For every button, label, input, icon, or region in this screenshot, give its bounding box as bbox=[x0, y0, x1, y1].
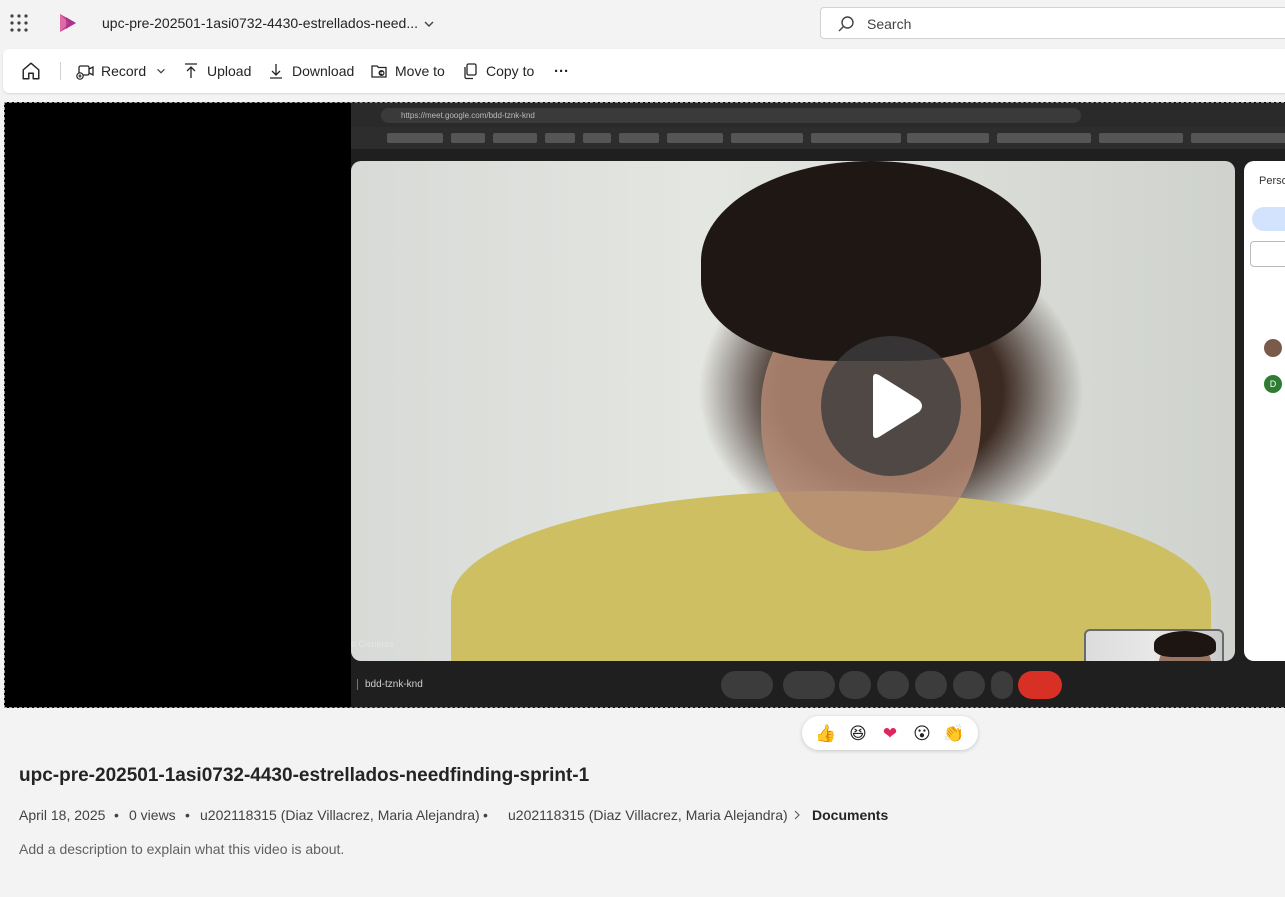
move-to-label: Move to bbox=[395, 63, 445, 79]
laugh-reaction[interactable]: 😆 bbox=[847, 723, 869, 745]
separator-dot: • bbox=[483, 807, 488, 823]
upload-date: April 18, 2025 bbox=[19, 807, 106, 823]
add-people-button bbox=[1252, 207, 1285, 231]
recorded-bookmarks-bar bbox=[351, 127, 1285, 149]
bookmark bbox=[1099, 133, 1183, 143]
meeting-controls-bar: bdd-tznk-knd bbox=[351, 661, 1285, 707]
present-control bbox=[915, 671, 947, 699]
recorded-browser-tabbar: https://meet.google.com/bdd-tznk-knd bbox=[351, 103, 1285, 127]
bookmark bbox=[583, 133, 611, 143]
download-label: Download bbox=[292, 63, 355, 79]
heart-reaction[interactable]: ❤ bbox=[879, 723, 901, 745]
people-panel-title: Perso bbox=[1259, 175, 1285, 187]
home-icon bbox=[22, 62, 40, 80]
search-input[interactable] bbox=[867, 14, 1167, 34]
bookmark bbox=[387, 133, 443, 143]
file-title[interactable]: upc-pre-202501-1asi0732-4430-estrellados… bbox=[102, 15, 418, 31]
home-button[interactable] bbox=[21, 49, 48, 93]
participant-name-label: o Cisneros bbox=[351, 639, 395, 649]
raise-hand-control bbox=[953, 671, 985, 699]
bookmark bbox=[731, 133, 803, 143]
video-title[interactable]: upc-pre-202501-1asi0732-4430-estrellados… bbox=[19, 765, 589, 787]
separator-dot: • bbox=[114, 807, 119, 823]
mic-control bbox=[721, 671, 773, 699]
bookmark bbox=[493, 133, 537, 143]
play-button[interactable] bbox=[821, 336, 961, 476]
view-count: 0 views bbox=[129, 807, 176, 823]
divider bbox=[60, 62, 61, 80]
avatar: D bbox=[1264, 375, 1282, 393]
download-button[interactable]: Download bbox=[267, 49, 354, 93]
hang-up-control bbox=[1018, 671, 1062, 699]
captions-control bbox=[839, 671, 871, 699]
command-bar: Record Upload Download Move to Copy to ·… bbox=[3, 49, 1285, 93]
description-prompt[interactable]: Add a description to explain what this v… bbox=[19, 841, 344, 857]
upload-button[interactable]: Upload bbox=[182, 49, 251, 93]
bookmark bbox=[451, 133, 485, 143]
search-icon bbox=[838, 16, 854, 32]
meeting-main-tile: o Cisneros bbox=[351, 161, 1235, 707]
upload-icon bbox=[185, 63, 197, 78]
folder-move-icon bbox=[371, 65, 387, 78]
recorded-url: https://meet.google.com/bdd-tznk-knd bbox=[381, 108, 1081, 123]
video-player[interactable]: https://meet.google.com/bdd-tznk-knd o C… bbox=[4, 102, 1285, 708]
reactions-bar: 👍 😆 ❤ 😮 👏 bbox=[802, 716, 978, 750]
surprised-reaction[interactable]: 😮 bbox=[911, 723, 933, 745]
search-box[interactable] bbox=[820, 7, 1285, 39]
download-icon bbox=[270, 64, 282, 79]
bookmark bbox=[545, 133, 575, 143]
chevron-right-icon bbox=[794, 810, 800, 820]
record-button[interactable]: Record bbox=[76, 49, 167, 93]
more-options-button[interactable]: ··· bbox=[554, 49, 569, 93]
upload-label: Upload bbox=[207, 63, 252, 79]
bookmark bbox=[811, 133, 901, 143]
bookmark bbox=[907, 133, 989, 143]
breadcrumb-owner[interactable]: u202118315 (Diaz Villacrez, Maria Alejan… bbox=[508, 807, 788, 823]
stream-logo-icon[interactable] bbox=[56, 12, 80, 34]
self-view-hair bbox=[1154, 631, 1216, 657]
move-to-button[interactable]: Move to bbox=[370, 49, 445, 93]
play-icon bbox=[873, 374, 922, 438]
record-label: Record bbox=[101, 63, 147, 79]
camera-control bbox=[783, 671, 835, 699]
chevron-down-icon[interactable] bbox=[422, 17, 436, 31]
meeting-code: bdd-tznk-knd bbox=[357, 679, 423, 690]
app-launcher-icon[interactable] bbox=[10, 14, 28, 32]
more-control bbox=[991, 671, 1013, 699]
copy-icon bbox=[464, 63, 477, 80]
breadcrumb-documents[interactable]: Documents bbox=[812, 807, 888, 823]
bookmark bbox=[997, 133, 1091, 143]
bookmark bbox=[619, 133, 659, 143]
avatar bbox=[1264, 339, 1282, 357]
owner-name[interactable]: u202118315 (Diaz Villacrez, Maria Alejan… bbox=[200, 807, 480, 823]
chevron-down-icon bbox=[157, 68, 165, 74]
record-video-icon bbox=[76, 65, 94, 80]
thumbs-up-reaction[interactable]: 👍 bbox=[815, 723, 837, 745]
copy-to-button[interactable]: Copy to bbox=[461, 49, 534, 93]
bookmark bbox=[1191, 133, 1285, 143]
video-frame: https://meet.google.com/bdd-tznk-knd o C… bbox=[351, 103, 1285, 707]
copy-to-label: Copy to bbox=[486, 63, 535, 79]
meeting-people-panel: Perso D bbox=[1244, 161, 1285, 661]
separator-dot: • bbox=[185, 807, 190, 823]
people-search bbox=[1250, 241, 1285, 267]
emoji-control bbox=[877, 671, 909, 699]
clap-reaction[interactable]: 👏 bbox=[943, 723, 965, 745]
top-bar: upc-pre-202501-1asi0732-4430-estrellados… bbox=[0, 0, 1285, 47]
bookmark bbox=[667, 133, 723, 143]
participant-hair bbox=[701, 161, 1041, 361]
